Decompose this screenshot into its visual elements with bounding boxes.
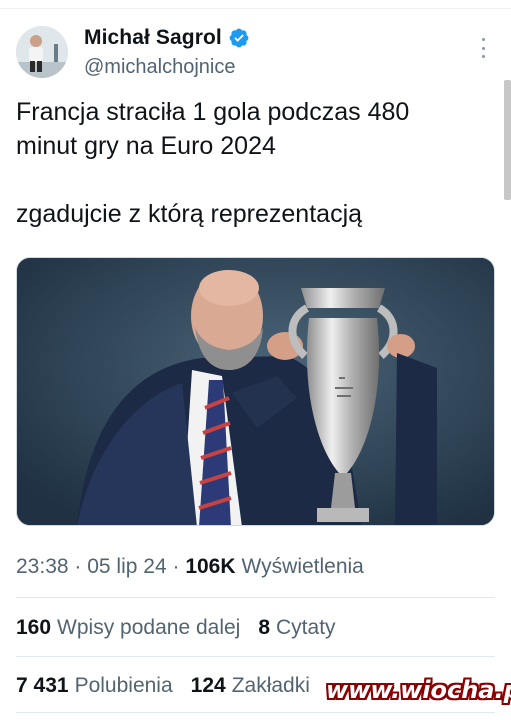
likes-label[interactable]: Polubienia xyxy=(75,674,173,698)
display-name[interactable]: Michał Sagrol xyxy=(84,26,222,50)
views-label: Wyświetlenia xyxy=(241,555,364,578)
likes-count[interactable]: 7 431 xyxy=(16,674,69,698)
tweet-date[interactable]: 05 lip 24 xyxy=(87,555,166,579)
tweet-time[interactable]: 23:38 xyxy=(16,555,69,579)
tweet-text: Francja straciła 1 gola podczas 480 minu… xyxy=(16,95,486,231)
more-options-icon[interactable] xyxy=(480,38,486,58)
avatar[interactable] xyxy=(16,26,68,78)
photo-coach-with-euro-trophy-icon xyxy=(17,258,494,525)
reposts-count[interactable]: 160 xyxy=(16,616,51,640)
bookmarks-label[interactable]: Zakładki xyxy=(232,674,310,698)
stats-row-reposts: 160 Wpisy podane dalej 8 Cytaty xyxy=(16,616,336,640)
meta-separator: · xyxy=(68,555,88,578)
bookmarks-count[interactable]: 124 xyxy=(191,674,226,698)
tweet-text-paragraph-1: Francja straciła 1 gola podczas 480 minu… xyxy=(16,98,410,160)
tweet-text-paragraph-2: zgadujcie z którą reprezentacją xyxy=(16,200,363,228)
meta-separator: · xyxy=(166,555,186,578)
divider xyxy=(16,597,495,598)
avatar-photo-icon xyxy=(16,26,68,78)
tweet-media-photo[interactable] xyxy=(16,257,495,526)
quotes-label[interactable]: Cytaty xyxy=(276,616,336,640)
reposts-label[interactable]: Wpisy podane dalej xyxy=(57,616,240,640)
views-count: 106K xyxy=(185,555,236,578)
stats-row-likes: 7 431 Polubienia 124 Zakładki xyxy=(16,674,310,698)
user-handle[interactable]: @michalchojnice xyxy=(84,56,235,79)
divider xyxy=(16,656,495,657)
watermark: www.wiocha.pl xyxy=(326,676,511,704)
tweet-meta: 23:38 · 05 lip 24 · 106K Wyświetlenia xyxy=(16,555,364,579)
quotes-count[interactable]: 8 xyxy=(258,616,270,640)
top-divider xyxy=(0,8,511,9)
verified-badge-icon xyxy=(229,28,249,48)
scrollbar[interactable] xyxy=(504,80,511,200)
divider xyxy=(16,712,495,713)
